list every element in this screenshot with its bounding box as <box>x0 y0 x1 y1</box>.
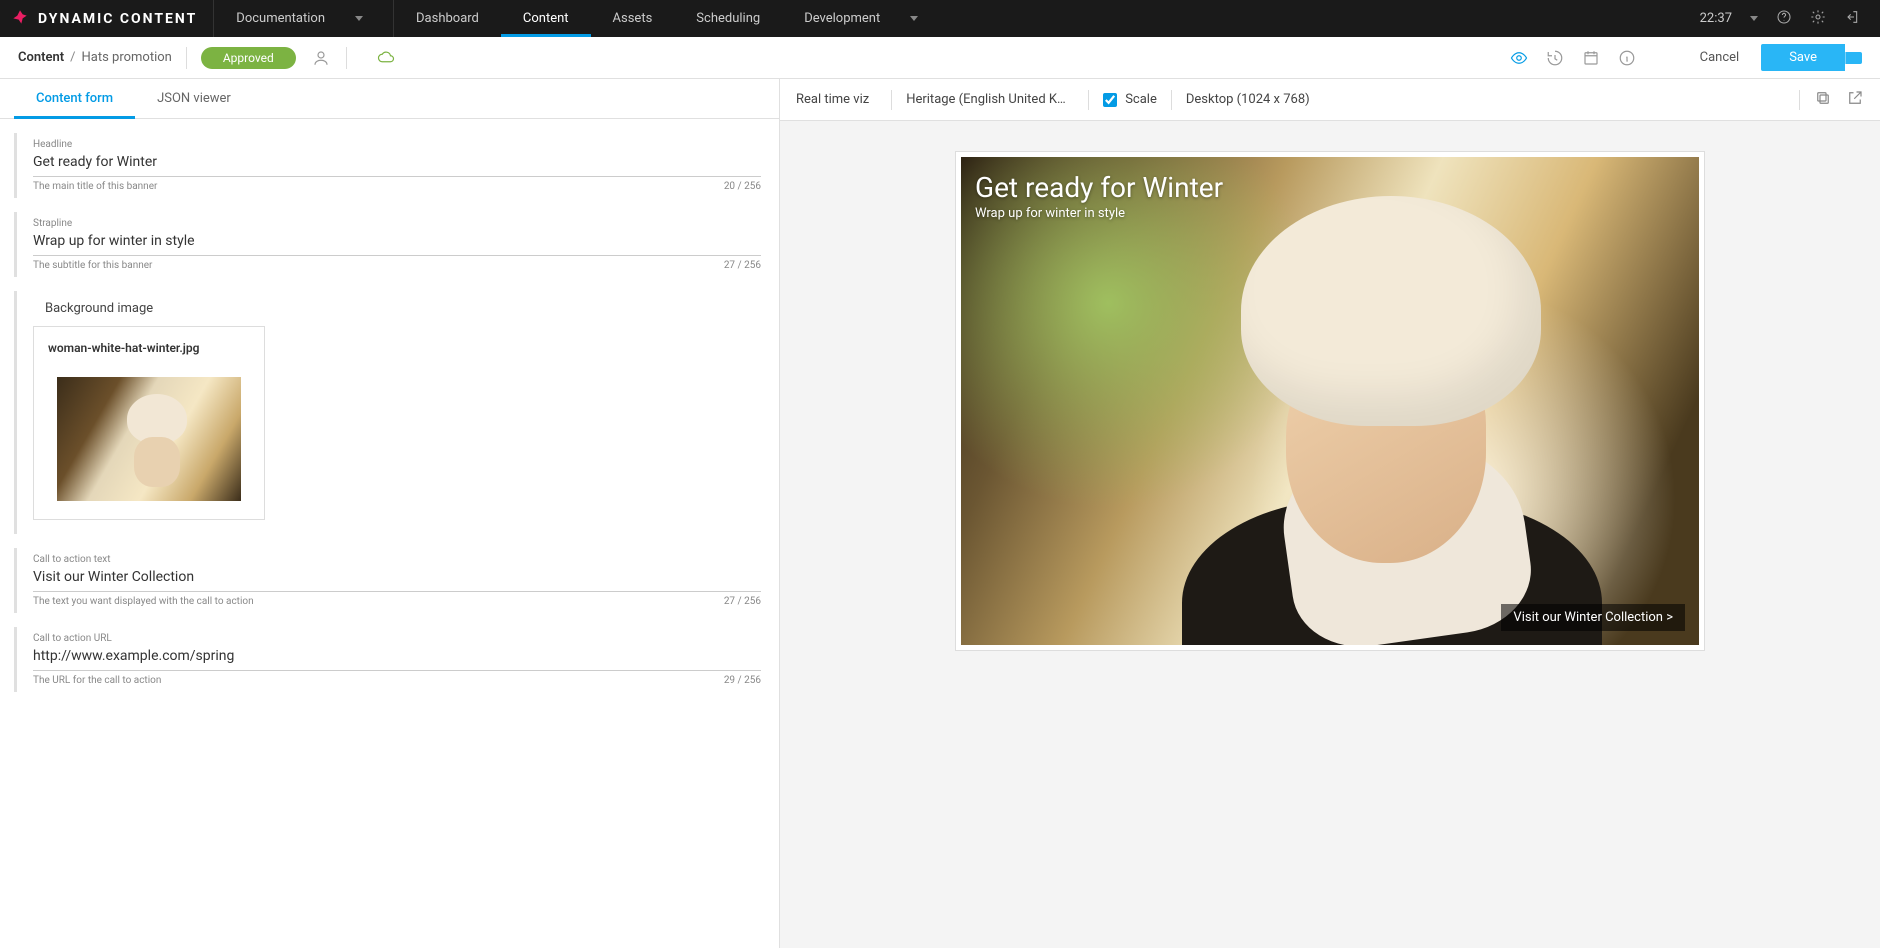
field-cta-text: Call to action text The text you want di… <box>14 548 761 613</box>
locale-select[interactable]: Heritage (English United Ki… <box>906 92 1074 107</box>
viz-mode-select[interactable]: Real time viz <box>796 92 877 107</box>
bg-section-label: Background image <box>45 301 153 316</box>
field-cta-text-help: The text you want displayed with the cal… <box>33 596 254 607</box>
field-strapline: Strapline The subtitle for this banner 2… <box>14 212 761 277</box>
field-cta-url-help: The URL for the call to action <box>33 675 161 686</box>
tab-content-form[interactable]: Content form <box>14 79 135 118</box>
field-bg-image: Background image woman-white-hat-winter.… <box>14 291 761 534</box>
cancel-button[interactable]: Cancel <box>1688 44 1752 71</box>
preview-stage: Get ready for Winter Wrap up for winter … <box>780 121 1880 948</box>
form-body: Headline The main title of this banner 2… <box>0 119 779 724</box>
divider <box>1088 90 1089 110</box>
preview-pane: Real time viz Heritage (English United K… <box>780 79 1880 948</box>
scale-label: Scale <box>1125 92 1157 107</box>
image-filename: woman-white-hat-winter.jpg <box>48 341 250 355</box>
calendar-icon[interactable] <box>1580 47 1602 69</box>
status-badge[interactable]: Approved <box>201 47 296 69</box>
field-cta-url-label: Call to action URL <box>33 633 761 644</box>
nav-scheduling-label: Scheduling <box>696 11 760 26</box>
nav-scheduling[interactable]: Scheduling <box>674 0 782 37</box>
save-button[interactable]: Save <box>1761 44 1845 71</box>
subbar: Content / Hats promotion Approved Cancel… <box>0 37 1880 79</box>
bg-section-toggle[interactable]: Background image <box>33 297 761 326</box>
image-thumbnail <box>57 377 241 501</box>
brand-text: DYNAMIC CONTENT <box>38 11 197 27</box>
nav-assets-label: Assets <box>613 11 653 26</box>
save-dropdown-button[interactable] <box>1845 52 1862 64</box>
help-icon[interactable] <box>1776 9 1792 29</box>
divider <box>1171 90 1172 110</box>
cloud-sync-icon[interactable] <box>375 47 397 69</box>
banner-strapline: Wrap up for winter in style <box>975 206 1223 221</box>
tab-json-viewer[interactable]: JSON viewer <box>135 79 253 118</box>
preview-icon[interactable] <box>1508 47 1530 69</box>
breadcrumb-root[interactable]: Content <box>18 50 64 65</box>
brand-block: DYNAMIC CONTENT <box>0 0 214 37</box>
banner-text: Get ready for Winter Wrap up for winter … <box>975 171 1223 221</box>
device-label: Desktop (1024 x 768) <box>1186 92 1310 107</box>
nav-dashboard[interactable]: Dashboard <box>394 0 501 37</box>
chevron-down-icon[interactable] <box>1750 16 1758 21</box>
preview-toolbar: Real time viz Heritage (English United K… <box>780 79 1880 121</box>
field-headline: Headline The main title of this banner 2… <box>14 133 761 198</box>
divider <box>891 90 892 110</box>
field-strapline-label: Strapline <box>33 218 761 229</box>
divider <box>1799 90 1800 110</box>
form-tabs: Content form JSON viewer <box>0 79 779 119</box>
chevron-down-icon <box>355 16 363 21</box>
chevron-down-icon <box>910 16 918 21</box>
field-headline-label: Headline <box>33 139 761 150</box>
divider <box>186 47 187 69</box>
field-strapline-help: The subtitle for this banner <box>33 260 152 271</box>
image-card[interactable]: woman-white-hat-winter.jpg <box>33 326 265 520</box>
nav-documentation[interactable]: Documentation <box>214 0 394 37</box>
history-icon[interactable] <box>1544 47 1566 69</box>
gear-icon[interactable] <box>1810 9 1826 29</box>
divider <box>346 47 347 69</box>
topbar: DYNAMIC CONTENT Documentation Dashboard … <box>0 0 1880 37</box>
breadcrumb-leaf: Hats promotion <box>81 50 171 65</box>
preview-frame: Get ready for Winter Wrap up for winter … <box>955 151 1705 651</box>
nav-dashboard-label: Dashboard <box>416 11 479 26</box>
field-cta-url-counter: 29 / 256 <box>724 675 761 686</box>
breadcrumb-sep: / <box>64 50 81 65</box>
brand-logo-icon <box>12 9 28 29</box>
scale-toggle[interactable]: Scale <box>1103 92 1157 107</box>
clock: 22:37 <box>1700 11 1732 26</box>
field-headline-help: The main title of this banner <box>33 181 157 192</box>
nav-content-label: Content <box>523 11 569 26</box>
nav-development-label: Development <box>804 11 880 26</box>
field-cta-text-label: Call to action text <box>33 554 761 565</box>
viz-mode-label: Real time viz <box>796 92 869 107</box>
logout-icon[interactable] <box>1844 9 1860 29</box>
strapline-input[interactable] <box>33 229 761 256</box>
field-strapline-counter: 27 / 256 <box>724 260 761 271</box>
user-icon[interactable] <box>310 47 332 69</box>
banner-headline: Get ready for Winter <box>975 171 1223 204</box>
info-icon[interactable] <box>1616 47 1638 69</box>
nav-content[interactable]: Content <box>501 0 591 37</box>
nav-development[interactable]: Development <box>782 0 940 37</box>
open-external-icon[interactable] <box>1846 89 1864 111</box>
form-pane: Content form JSON viewer Headline The ma… <box>0 79 780 948</box>
nav-assets[interactable]: Assets <box>591 0 675 37</box>
cta-text-input[interactable] <box>33 565 761 592</box>
copy-icon[interactable] <box>1814 89 1832 111</box>
banner-preview: Get ready for Winter Wrap up for winter … <box>961 157 1699 645</box>
nav-documentation-label: Documentation <box>236 11 325 26</box>
field-headline-counter: 20 / 256 <box>724 181 761 192</box>
device-select[interactable]: Desktop (1024 x 768) <box>1186 92 1318 107</box>
headline-input[interactable] <box>33 150 761 177</box>
field-cta-text-counter: 27 / 256 <box>724 596 761 607</box>
scale-checkbox[interactable] <box>1103 93 1117 107</box>
locale-label: Heritage (English United Ki… <box>906 92 1066 107</box>
cta-url-input[interactable] <box>33 644 761 671</box>
field-cta-url: Call to action URL The URL for the call … <box>14 627 761 692</box>
banner-cta[interactable]: Visit our Winter Collection > <box>1501 604 1685 631</box>
